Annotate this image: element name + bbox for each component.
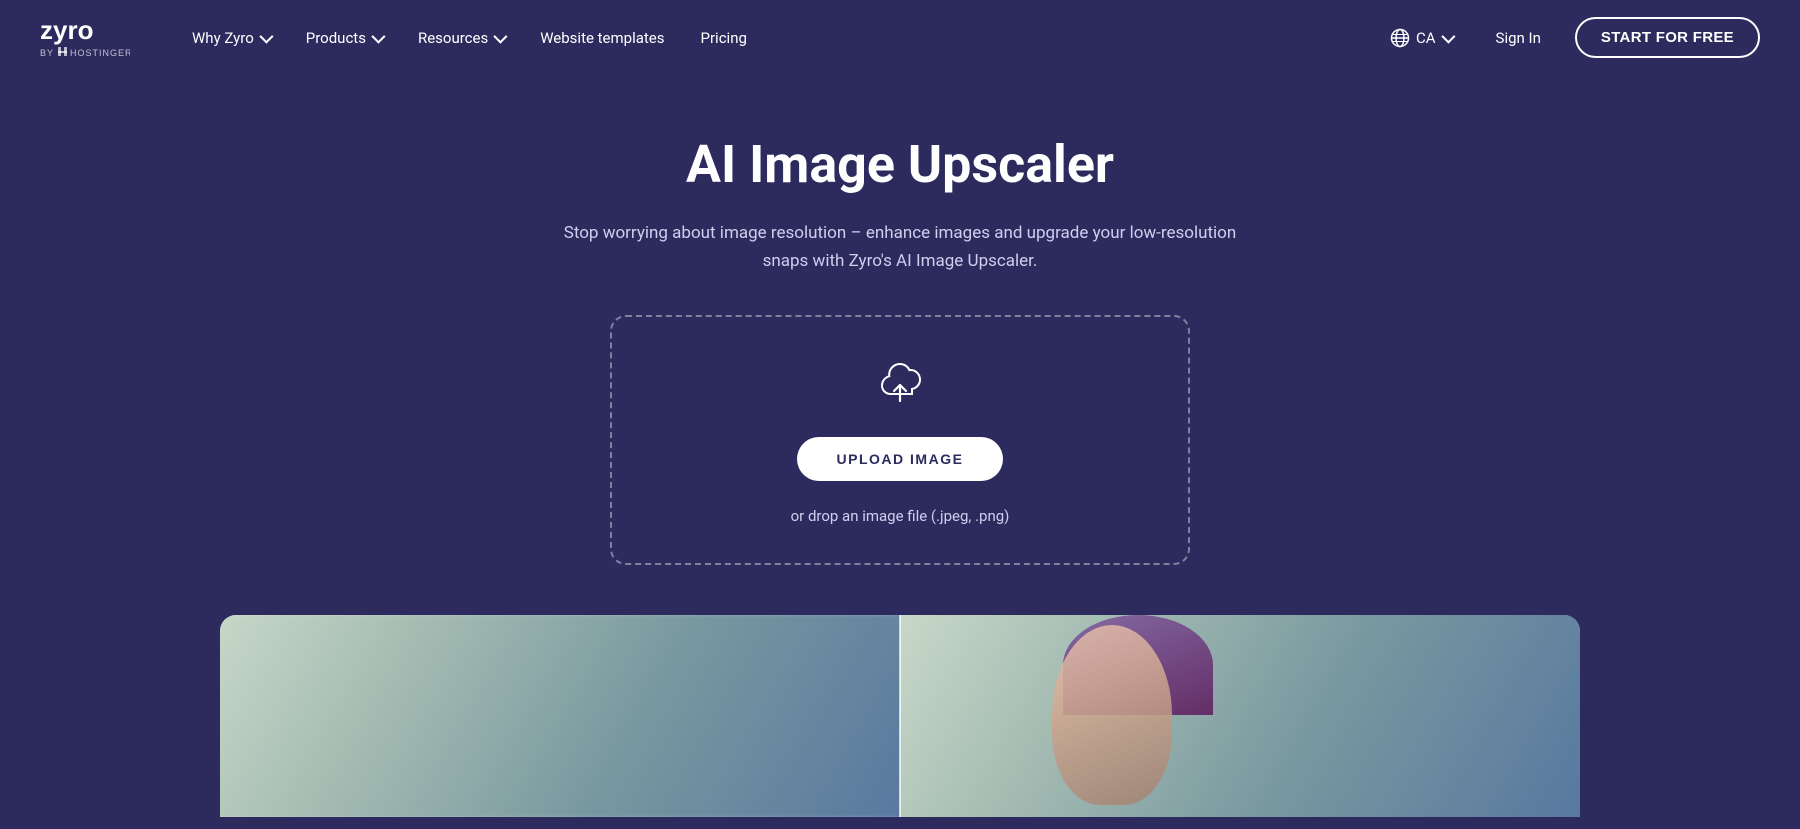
preview-after: [900, 615, 1580, 817]
nav-right: CA Sign In START FOR FREE: [1380, 17, 1760, 58]
nav-item-resources[interactable]: Resources: [404, 21, 518, 55]
navbar: zyro BY HOSTINGER Why Zyro Products Reso…: [0, 0, 1800, 75]
preview-before: [220, 615, 907, 817]
logo[interactable]: zyro BY HOSTINGER: [40, 13, 130, 63]
svg-text:HOSTINGER: HOSTINGER: [70, 48, 130, 58]
hero-subtitle: Stop worrying about image resolution – e…: [560, 219, 1240, 275]
preview-divider: [899, 615, 901, 817]
chevron-down-icon: [1441, 29, 1455, 43]
nav-item-products[interactable]: Products: [292, 21, 396, 55]
chevron-down-icon: [371, 29, 385, 43]
nav-item-pricing[interactable]: Pricing: [687, 21, 761, 55]
svg-text:zyro: zyro: [40, 15, 93, 45]
globe-icon: [1390, 28, 1410, 48]
locale-selector[interactable]: CA: [1380, 22, 1462, 54]
svg-text:BY: BY: [40, 48, 54, 58]
nav-item-website-templates[interactable]: Website templates: [526, 21, 678, 55]
hero-title: AI Image Upscaler: [686, 135, 1114, 195]
preview-section: [0, 615, 1800, 817]
preview-container: [220, 615, 1580, 817]
start-free-button[interactable]: START FOR FREE: [1575, 17, 1760, 58]
main-content: AI Image Upscaler Stop worrying about im…: [0, 75, 1800, 817]
preview-face: [1052, 625, 1172, 805]
locale-label: CA: [1416, 29, 1436, 47]
upload-hint: or drop an image file (.jpeg, .png): [791, 505, 1010, 528]
cloud-upload-icon: [874, 357, 926, 413]
nav-links: Why Zyro Products Resources Website temp…: [178, 21, 1380, 55]
hero-section: AI Image Upscaler Stop worrying about im…: [0, 75, 1800, 615]
nav-item-why-zyro[interactable]: Why Zyro: [178, 21, 284, 55]
chevron-down-icon: [259, 29, 273, 43]
chevron-down-icon: [494, 29, 508, 43]
upload-dropzone[interactable]: UPLOAD IMAGE or drop an image file (.jpe…: [610, 315, 1190, 566]
upload-image-button[interactable]: UPLOAD IMAGE: [797, 437, 1004, 481]
sign-in-link[interactable]: Sign In: [1482, 21, 1555, 55]
